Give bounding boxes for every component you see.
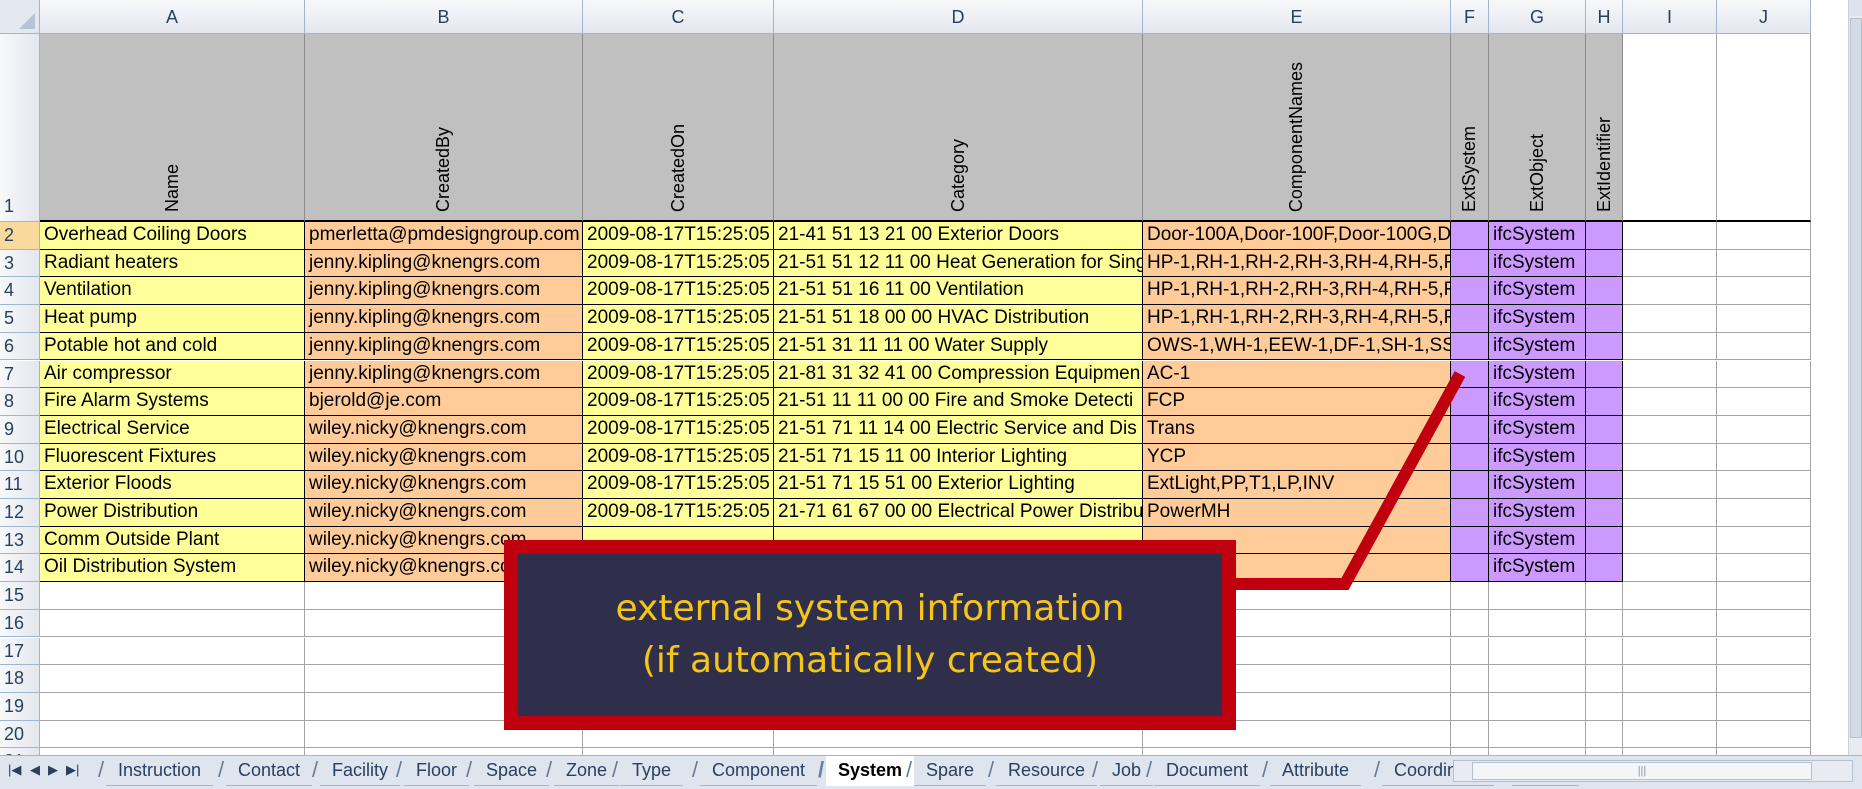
sheet-tab-zone[interactable]: Zone xyxy=(546,756,620,786)
sheet-tab-system[interactable]: System xyxy=(818,756,915,786)
sheet-tab-spare[interactable]: Spare xyxy=(906,756,987,786)
sheet-tab-document[interactable]: Document xyxy=(1146,756,1261,786)
sheet-tab-facility[interactable]: Facility xyxy=(312,756,401,786)
sheet-tab-floor[interactable]: Floor xyxy=(396,756,470,786)
sheet-tab-attribute[interactable]: Attribute xyxy=(1262,756,1362,786)
sheet-tab-space[interactable]: Space xyxy=(466,756,550,786)
horizontal-scroll-thumb[interactable]: ||| xyxy=(1472,762,1812,780)
sheet-tab-bar: |◀ ◀ ▶ ▶| InstructionContactFacilityFloo… xyxy=(0,755,1862,789)
callout-line-2: (if automatically created) xyxy=(641,640,1099,681)
sheet-tab-instruction[interactable]: Instruction xyxy=(98,756,214,786)
horizontal-scrollbar[interactable]: ||| xyxy=(1453,760,1853,782)
last-sheet-icon[interactable]: ▶| xyxy=(66,762,79,778)
sheet-tab-contact[interactable]: Contact xyxy=(218,756,313,786)
first-sheet-icon[interactable]: |◀ xyxy=(8,762,21,778)
sheet-tab-type[interactable]: Type xyxy=(612,756,684,786)
sheet-tab-component[interactable]: Component xyxy=(692,756,818,786)
callout-line-1: external system information xyxy=(615,588,1125,629)
prev-sheet-icon[interactable]: ◀ xyxy=(30,762,40,778)
callout-box: external system information (if automati… xyxy=(504,540,1236,730)
next-sheet-icon[interactable]: ▶ xyxy=(48,762,58,778)
sheet-tab-resource[interactable]: Resource xyxy=(988,756,1098,786)
